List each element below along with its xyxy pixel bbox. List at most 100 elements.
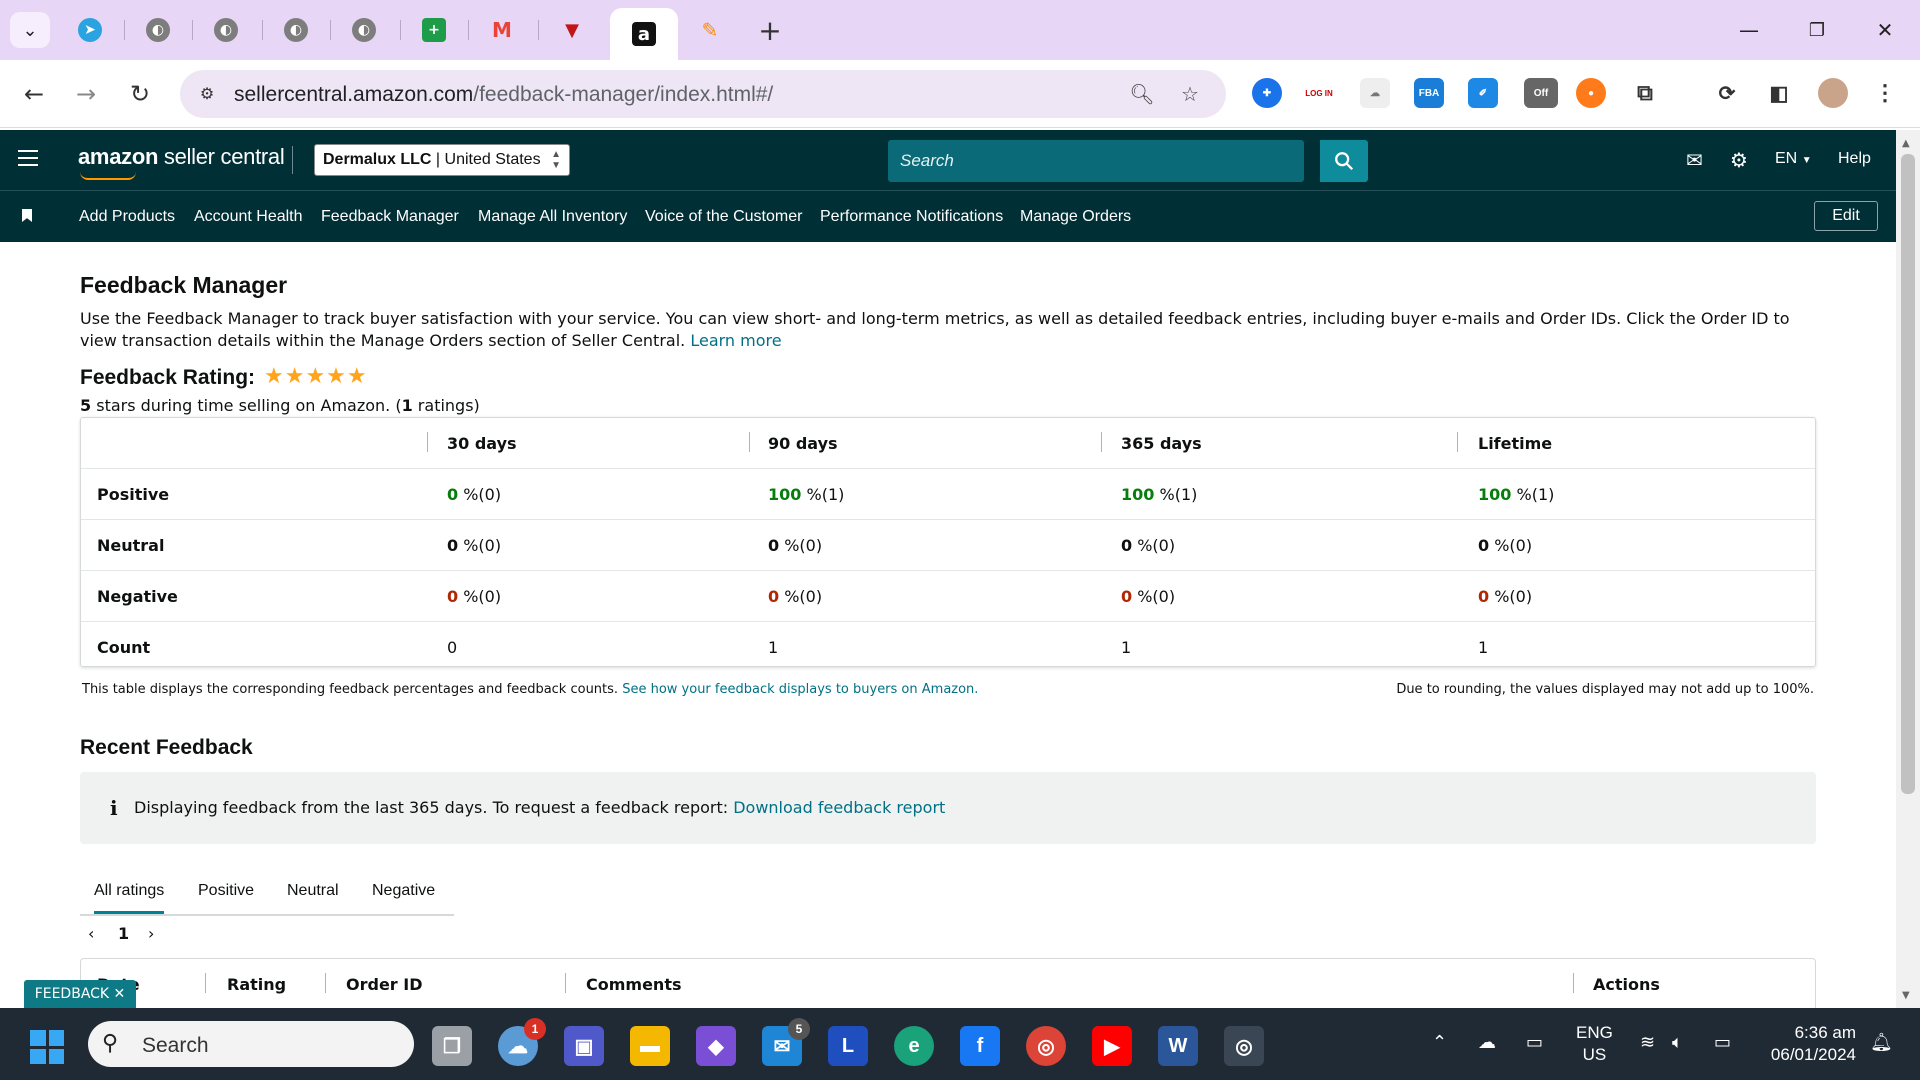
download-feedback-report-link[interactable]: Download feedback report xyxy=(733,798,945,817)
nav-manage-all-inventory[interactable]: Manage All Inventory xyxy=(478,208,627,226)
tab-positive[interactable]: Positive xyxy=(198,882,254,900)
scroll-down-icon[interactable]: ▼ xyxy=(1902,990,1910,1001)
tab-all-ratings[interactable]: All ratings xyxy=(94,882,165,914)
column-actions[interactable]: Actions xyxy=(1593,975,1660,994)
browser-tab[interactable]: M xyxy=(468,8,536,52)
performance-icon[interactable]: ⟳ xyxy=(1712,78,1742,108)
column-comments[interactable]: Comments xyxy=(586,975,682,994)
edge-icon[interactable]: e xyxy=(894,1026,934,1066)
mail-app-icon[interactable]: ✉ 5 xyxy=(762,1018,810,1066)
reload-icon[interactable]: ↻ xyxy=(120,74,160,114)
nav-account-health[interactable]: Account Health xyxy=(194,208,303,226)
back-arrow-icon[interactable]: ← xyxy=(14,74,54,114)
nav-add-products[interactable]: Add Products xyxy=(79,208,175,226)
scroll-up-icon[interactable]: ▲ xyxy=(1902,138,1910,149)
recent-feedback-heading: Recent Feedback xyxy=(80,736,253,759)
edit-bookmarks-button[interactable]: Edit xyxy=(1814,201,1878,231)
forward-arrow-icon[interactable]: → xyxy=(66,74,106,114)
l-app-icon[interactable]: L xyxy=(828,1026,868,1066)
notifications-icon[interactable]: 🔔︎ xyxy=(1870,1032,1893,1053)
volume-icon[interactable]: 🔈︎ xyxy=(1672,1032,1683,1053)
system-clock[interactable]: 6:36 am 06/01/2024 xyxy=(1760,1022,1856,1066)
onedrive-icon[interactable]: ☁ xyxy=(1478,1032,1496,1053)
browser-tab[interactable]: ✎ xyxy=(676,8,744,52)
extensions-puzzle-icon[interactable]: ⧉ xyxy=(1630,78,1660,108)
tab-search-dropdown-icon[interactable]: ⌄ xyxy=(10,12,50,48)
side-panel-icon[interactable]: ◧ xyxy=(1764,78,1794,108)
url-text[interactable]: sellercentral.amazon.com/feedback-manage… xyxy=(234,83,773,107)
browser-menu-icon[interactable]: ⋮ xyxy=(1870,78,1900,108)
page-scrollbar[interactable]: ▲ ▼ xyxy=(1896,130,1920,1008)
input-language[interactable]: ENG US xyxy=(1576,1022,1613,1066)
extension-orange-icon[interactable]: ● xyxy=(1576,78,1606,108)
feedback-widget-button[interactable]: FEEDBACK ✕ xyxy=(24,980,136,1008)
extension-cross-icon[interactable]: ✚ xyxy=(1252,78,1282,108)
account-switcher[interactable]: Dermalux LLC | United States ▲ ▼ xyxy=(314,144,570,176)
settings-gear-icon[interactable]: ⚙ xyxy=(1730,148,1748,172)
menu-hamburger-icon[interactable] xyxy=(18,150,38,166)
teams-icon[interactable]: ▣ xyxy=(564,1026,604,1066)
column-rating[interactable]: Rating xyxy=(227,975,286,994)
pager-page-number[interactable]: 1 xyxy=(118,924,129,943)
pager-prev-icon[interactable]: ‹ xyxy=(88,924,94,943)
extension-fba-icon[interactable]: FBA xyxy=(1414,78,1444,108)
extension-off-badge[interactable]: Off xyxy=(1524,78,1558,108)
copilot-icon[interactable]: ◆ xyxy=(696,1026,736,1066)
facebook-icon[interactable]: f xyxy=(960,1026,1000,1066)
word-icon[interactable]: W xyxy=(1158,1026,1198,1066)
browser-tab[interactable]: ◐ xyxy=(262,8,330,52)
cell-suffix: %(1) xyxy=(801,485,845,504)
new-tab-button[interactable]: + xyxy=(752,12,788,48)
site-info-icon[interactable]: ⚙ xyxy=(194,82,220,106)
feedback-display-link[interactable]: See how your feedback displays to buyers… xyxy=(622,682,978,697)
file-explorer-icon[interactable]: ▬ xyxy=(630,1026,670,1066)
battery-icon[interactable]: ▭ xyxy=(1714,1032,1731,1053)
tab-neutral[interactable]: Neutral xyxy=(287,882,339,900)
youtube-icon[interactable]: ▶ xyxy=(1092,1026,1132,1066)
extension-tag-icon[interactable]: ✐ xyxy=(1468,78,1498,108)
browser-tab[interactable]: ◐ xyxy=(124,8,192,52)
mail-icon[interactable]: ✉ xyxy=(1686,148,1703,172)
browser-tab[interactable]: + xyxy=(400,8,468,52)
address-bar[interactable]: ⚙ sellercentral.amazon.com/feedback-mana… xyxy=(180,70,1226,118)
taskbar-search[interactable]: ⚲ Search xyxy=(88,1021,414,1067)
wifi-icon[interactable]: ≋ xyxy=(1640,1032,1655,1053)
zoom-icon[interactable]: 🔍︎ xyxy=(1128,80,1156,108)
bookmark-star-icon[interactable]: ☆ xyxy=(1176,80,1204,108)
browser-tab-active[interactable]: a xyxy=(610,8,678,60)
seller-central-logo[interactable]: amazon seller central xyxy=(78,144,285,180)
tab-negative[interactable]: Negative xyxy=(372,882,435,900)
nav-feedback-manager[interactable]: Feedback Manager xyxy=(321,208,459,226)
nav-voice-of-the-customer[interactable]: Voice of the Customer xyxy=(645,208,802,226)
display-icon[interactable]: ▭ xyxy=(1526,1032,1543,1053)
nav-manage-orders[interactable]: Manage Orders xyxy=(1020,208,1131,226)
minimize-icon[interactable]: — xyxy=(1724,12,1774,48)
help-link[interactable]: Help xyxy=(1838,150,1871,168)
nav-performance-notifications[interactable]: Performance Notifications xyxy=(820,208,1003,226)
column-divider xyxy=(1101,432,1102,452)
close-window-icon[interactable]: ✕ xyxy=(1860,12,1910,48)
header-search-input[interactable] xyxy=(888,140,1320,182)
windows-start-icon[interactable] xyxy=(30,1030,64,1064)
language-selector[interactable]: EN ▼ xyxy=(1775,150,1812,168)
search-button[interactable] xyxy=(1320,140,1368,182)
chrome-active-icon[interactable]: ◎ xyxy=(1224,1026,1264,1066)
scroll-thumb[interactable] xyxy=(1901,154,1915,794)
browser-tab[interactable]: ▼ xyxy=(538,8,606,52)
learn-more-link[interactable]: Learn more xyxy=(690,331,781,350)
browser-tab[interactable]: ◐ xyxy=(330,8,398,52)
tray-overflow-icon[interactable]: ⌃ xyxy=(1432,1032,1447,1053)
browser-tab[interactable]: ◐ xyxy=(192,8,260,52)
bookmark-icon[interactable] xyxy=(22,209,32,222)
column-order-id[interactable]: Order ID xyxy=(346,975,423,994)
restore-icon[interactable]: ❐ xyxy=(1792,12,1842,48)
weather-icon[interactable]: ☁ 1 xyxy=(498,1018,546,1066)
positive-lifetime: 100 %(1) xyxy=(1478,485,1554,504)
chrome-icon[interactable]: ◎ xyxy=(1026,1026,1066,1066)
browser-tab[interactable]: ➤ xyxy=(56,8,124,52)
profile-avatar[interactable] xyxy=(1818,78,1848,108)
pager-next-icon[interactable]: › xyxy=(148,924,154,943)
extension-cloud-icon[interactable]: ☁ xyxy=(1360,78,1390,108)
task-view-icon[interactable]: ❐ xyxy=(432,1026,472,1066)
extension-login-icon[interactable]: LOG IN xyxy=(1304,78,1334,108)
